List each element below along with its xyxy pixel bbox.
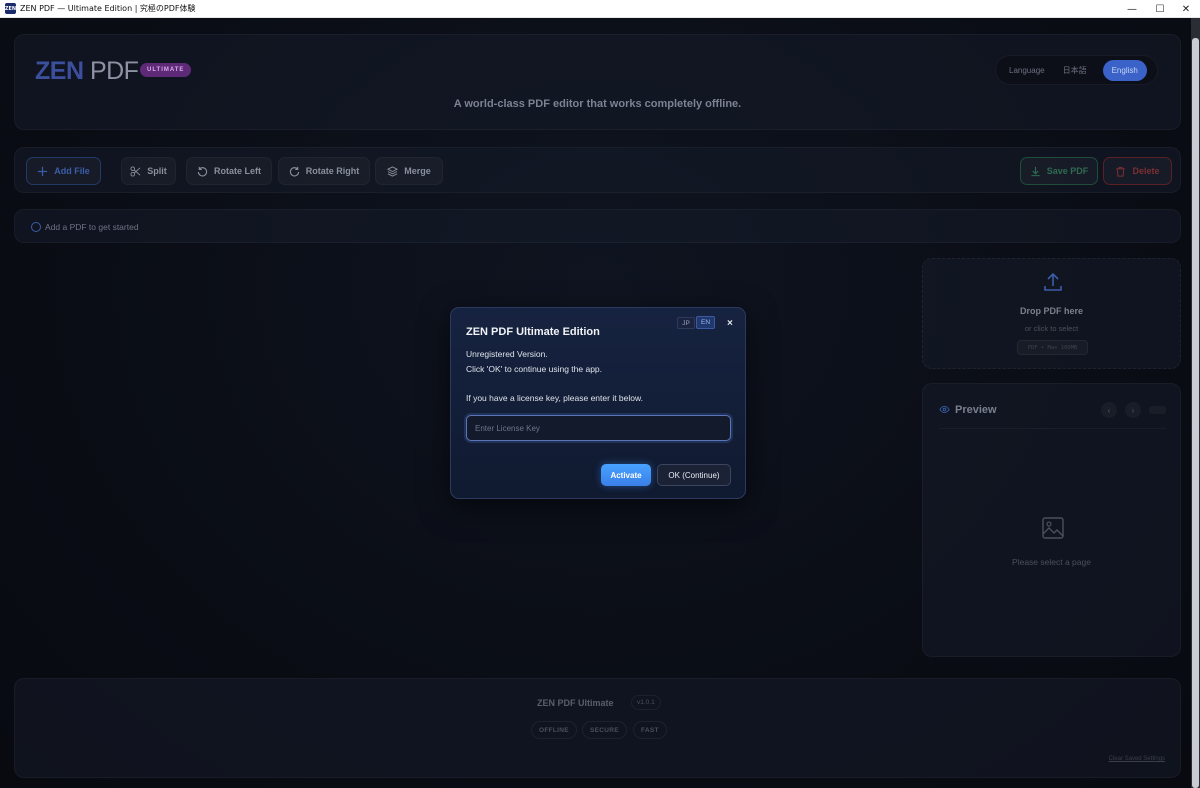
merge-button[interactable]: Merge xyxy=(375,157,443,185)
dropzone-subtitle: or click to select xyxy=(1024,324,1079,333)
download-icon xyxy=(1031,166,1040,176)
info-icon xyxy=(31,222,41,232)
save-pdf-label: Save PDF xyxy=(1046,166,1089,176)
maximize-button[interactable]: ☐ xyxy=(1146,0,1174,18)
trash-icon xyxy=(1116,166,1126,177)
image-placeholder-icon xyxy=(1042,517,1064,539)
upload-icon xyxy=(1044,272,1062,291)
status-bar: Add a PDF to get started xyxy=(14,209,1181,243)
preview-panel: Preview ‹ › Please select a page xyxy=(922,383,1181,657)
window-titlebar: ZEN ZEN PDF — Ultimate Edition | 究極のPDF体… xyxy=(0,0,1200,18)
logo-pdf: PDF xyxy=(89,57,139,85)
split-button[interactable]: Split xyxy=(121,157,176,185)
plus-icon xyxy=(38,166,48,176)
language-switch: Language 日本語 English xyxy=(995,55,1158,85)
rotate-left-button[interactable]: Rotate Left xyxy=(186,157,272,185)
app-header: ZEN PDF ULTIMATE A world-class PDF edito… xyxy=(14,34,1181,130)
tagline: A world-class PDF editor that works comp… xyxy=(453,98,742,110)
license-key-input[interactable] xyxy=(466,415,731,441)
page-counter xyxy=(1149,406,1166,414)
edition-badge: ULTIMATE xyxy=(140,63,192,77)
dialog-lang-en[interactable]: EN xyxy=(696,316,715,329)
eye-icon xyxy=(939,405,950,414)
split-label: Split xyxy=(147,166,167,176)
rotate-left-icon xyxy=(197,166,208,176)
add-file-label: Add File xyxy=(54,166,90,176)
preview-empty-message: Please select a page xyxy=(1012,557,1091,567)
app-footer: ZEN PDF Ultimate v1.0.1 OFFLINE SECURE F… xyxy=(14,678,1181,778)
dropzone-title: Drop PDF here xyxy=(1019,306,1083,316)
logo-zen: ZEN xyxy=(35,57,84,85)
minimize-button[interactable]: — xyxy=(1118,0,1146,18)
add-file-button[interactable]: Add File xyxy=(26,157,101,185)
chip-secure: SECURE xyxy=(582,721,627,739)
rotate-right-label: Rotate Right xyxy=(305,166,360,176)
dialog-line-license: If you have a license key, please enter … xyxy=(466,393,644,403)
save-pdf-button[interactable]: Save PDF xyxy=(1020,157,1098,185)
dialog-title: ZEN PDF Ultimate Edition xyxy=(466,326,600,338)
activate-button[interactable]: Activate xyxy=(601,464,651,486)
rotate-right-icon xyxy=(289,166,299,176)
ok-continue-button[interactable]: OK (Continue) xyxy=(657,464,731,486)
language-label: Language xyxy=(1009,65,1045,75)
logo: ZEN PDF xyxy=(35,57,139,86)
rotate-right-button[interactable]: Rotate Right xyxy=(278,157,370,185)
delete-label: Delete xyxy=(1132,166,1160,176)
delete-button[interactable]: Delete xyxy=(1103,157,1172,185)
chip-fast: FAST xyxy=(633,721,667,739)
window-title: ZEN PDF — Ultimate Edition | 究極のPDF体験 xyxy=(20,4,196,13)
scissors-icon xyxy=(130,165,141,177)
version-badge: v1.0.1 xyxy=(631,695,661,710)
preview-prev-button[interactable]: ‹ xyxy=(1101,402,1117,418)
merge-label: Merge xyxy=(404,166,431,176)
scrollbar-track[interactable] xyxy=(1191,18,1200,788)
dropzone-hint: PDF • Max 100MB xyxy=(1017,340,1088,355)
license-dialog: ZEN PDF Ultimate Edition JP EN × Unregis… xyxy=(450,307,746,499)
dialog-line-continue: Click 'OK' to continue using the app. xyxy=(466,364,603,374)
rotate-left-label: Rotate Left xyxy=(214,166,261,176)
dialog-close-icon[interactable]: × xyxy=(727,318,733,329)
language-option-en[interactable]: English xyxy=(1102,59,1147,81)
layers-icon xyxy=(387,165,399,177)
scrollbar-thumb[interactable] xyxy=(1192,38,1199,788)
clear-settings-link[interactable]: Clear Saved Settings xyxy=(1109,756,1165,762)
status-message: Add a PDF to get started xyxy=(45,222,139,232)
footer-app-name: ZEN PDF Ultimate xyxy=(537,698,614,708)
close-window-button[interactable]: ✕ xyxy=(1172,0,1200,18)
dialog-lang-jp[interactable]: JP xyxy=(677,317,695,329)
pdf-dropzone[interactable]: Drop PDF here or click to select PDF • M… xyxy=(922,258,1181,369)
toolbar: Add File Split Rotate Left Rotate Right … xyxy=(14,147,1181,193)
app-icon: ZEN xyxy=(5,3,16,14)
dialog-line-unregistered: Unregistered Version. xyxy=(466,349,548,359)
language-option-jp[interactable]: 日本語 xyxy=(1063,65,1087,76)
chip-offline: OFFLINE xyxy=(531,721,577,739)
preview-divider xyxy=(939,428,1166,429)
preview-next-button[interactable]: › xyxy=(1125,402,1141,418)
preview-title: Preview xyxy=(955,404,997,416)
